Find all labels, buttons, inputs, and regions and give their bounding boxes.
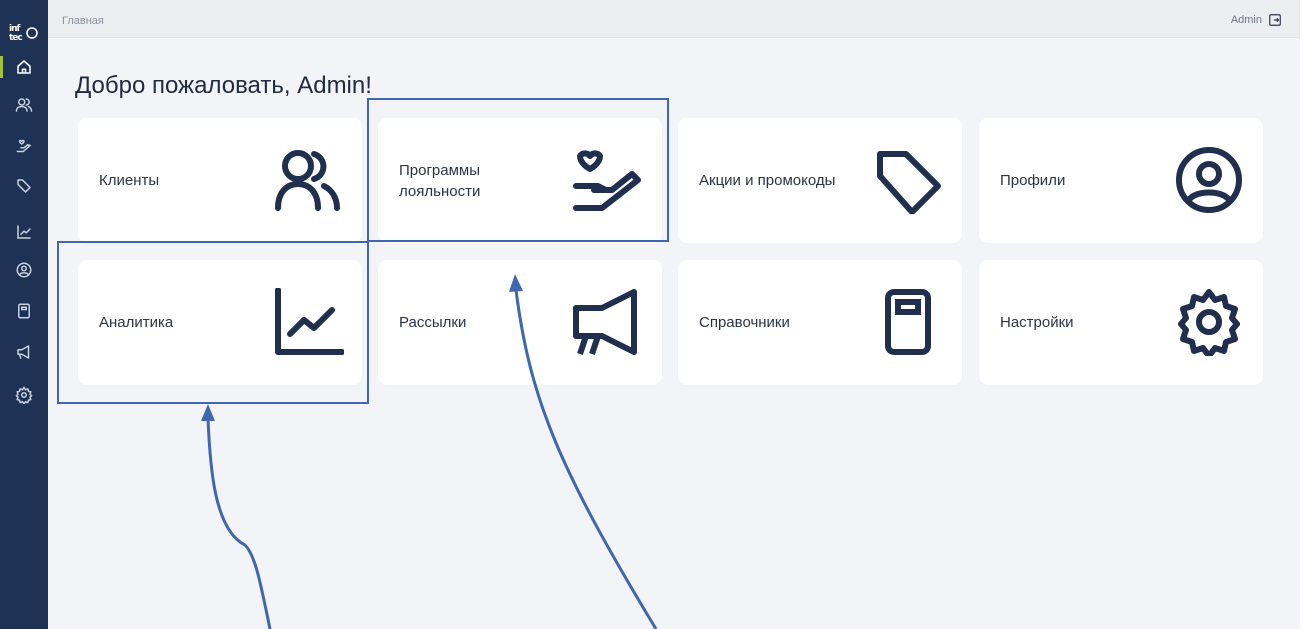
- svg-text:tec: tec: [9, 33, 22, 42]
- megaphone-icon: [573, 289, 637, 355]
- card-label: Программы лояльности: [399, 161, 481, 200]
- book-icon: [885, 289, 931, 355]
- megaphone-icon: [17, 345, 30, 359]
- top-bar: Главная Admin: [48, 0, 1300, 38]
- card-label: Профили: [1000, 172, 1066, 189]
- logout-icon[interactable]: [1268, 13, 1282, 27]
- card-promos[interactable]: Акции и промокоды: [678, 118, 962, 243]
- sidebar-item-analytics[interactable]: [0, 217, 48, 247]
- sidebar-item-profiles[interactable]: [0, 255, 48, 285]
- card-label: Акции и промокоды: [699, 172, 836, 189]
- user-circle-icon: [16, 262, 32, 278]
- card-label: Настройки: [1000, 314, 1074, 331]
- logo[interactable]: inf tec: [8, 20, 40, 44]
- hand-heart-icon: [573, 150, 641, 211]
- sidebar-item-clients[interactable]: [0, 90, 48, 120]
- card-mailings[interactable]: Рассылки: [378, 260, 662, 385]
- book-icon: [18, 303, 30, 319]
- home-icon: [17, 60, 31, 74]
- tag-icon: [17, 179, 31, 193]
- user-menu[interactable]: Admin: [1231, 13, 1282, 27]
- card-label: Справочники: [699, 314, 790, 331]
- sidebar: inf tec: [0, 0, 48, 629]
- sidebar-item-home[interactable]: [0, 52, 48, 82]
- card-label: Рассылки: [399, 314, 467, 331]
- tag-icon: [877, 151, 941, 214]
- user-name: Admin: [1230, 14, 1262, 26]
- main-area: Главная Admin Добро пожаловать, Admin! К…: [48, 0, 1300, 629]
- card-analytics[interactable]: Аналитика: [78, 260, 362, 385]
- page-title: Добро пожаловать, Admin!: [75, 72, 372, 99]
- card-profiles[interactable]: Профили: [979, 118, 1263, 243]
- logo-mark-icon: inf tec: [9, 24, 38, 42]
- users-icon: [15, 98, 33, 112]
- users-icon: [275, 150, 340, 211]
- gear-icon: [15, 386, 33, 404]
- card-directories[interactable]: Справочники: [678, 260, 962, 385]
- chart-icon: [17, 225, 31, 239]
- card-loyalty[interactable]: Программы лояльности: [378, 118, 662, 243]
- sidebar-item-promos[interactable]: [0, 171, 48, 201]
- sidebar-item-mailings[interactable]: [0, 337, 48, 367]
- card-settings[interactable]: Настройки: [979, 260, 1263, 385]
- chart-icon: [275, 288, 344, 355]
- breadcrumb[interactable]: Главная: [62, 15, 104, 27]
- card-label: Клиенты: [99, 172, 160, 189]
- sidebar-item-directories[interactable]: [0, 296, 48, 326]
- user-circle-icon: [1176, 147, 1242, 213]
- sidebar-item-settings[interactable]: [0, 380, 48, 410]
- gear-icon: [1178, 289, 1240, 356]
- card-clients[interactable]: Клиенты: [78, 118, 362, 243]
- sidebar-item-loyalty[interactable]: [0, 132, 48, 162]
- hand-heart-icon: [16, 139, 32, 153]
- card-label: Аналитика: [99, 314, 174, 331]
